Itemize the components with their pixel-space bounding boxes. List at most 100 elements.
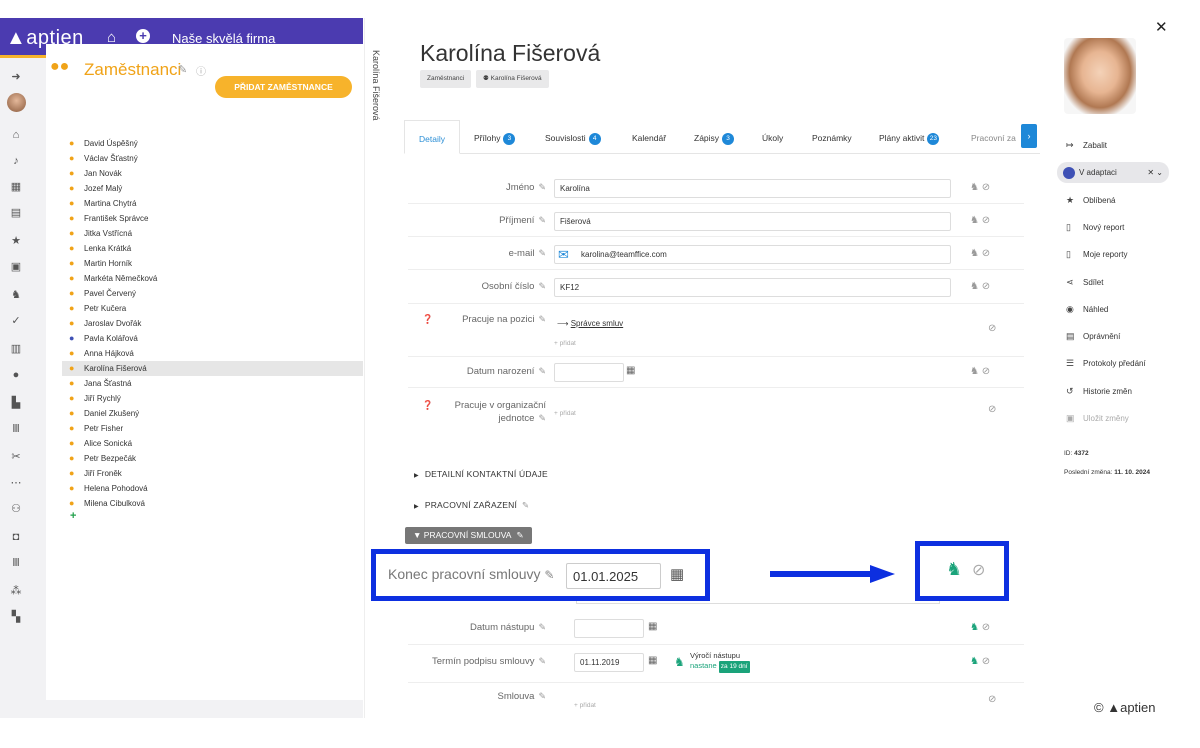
employee-list-item[interactable]: ● Jaroslav Dvořák: [62, 316, 363, 331]
action-favorite[interactable]: ★ Oblíbená: [1066, 195, 1115, 206]
box-icon[interactable]: ◘: [8, 529, 24, 545]
employee-list-item[interactable]: ● David Úspěšný: [62, 136, 363, 151]
user-avatar[interactable]: [7, 93, 26, 112]
document-icon[interactable]: ▣: [8, 259, 24, 275]
start-date-input[interactable]: [574, 619, 644, 638]
clear-chevron-icon[interactable]: ✕ ⌄: [1147, 162, 1163, 183]
tab-ukoly[interactable]: Úkoly: [762, 120, 783, 154]
calendar-icon[interactable]: ▦: [648, 655, 657, 666]
add-employee-plus-icon[interactable]: +: [70, 510, 76, 522]
team-icon[interactable]: ⚇: [8, 501, 24, 517]
help-icon[interactable]: ❓: [422, 314, 433, 325]
action-new-report[interactable]: ▯ Nový report: [1066, 222, 1124, 233]
employee-list-item[interactable]: ● Jana Šťastná: [62, 376, 363, 391]
help-icon[interactable]: ❓: [422, 400, 433, 411]
employee-list-item[interactable]: ● František Správce: [62, 211, 363, 226]
employee-list-item[interactable]: ● Anna Hájková: [62, 346, 363, 361]
tab-pracovni[interactable]: Pracovní za: [971, 120, 1016, 154]
tab-souvislosti[interactable]: Souvislosti 4: [545, 120, 601, 154]
collapsed-detail-tab[interactable]: Karolína Fišerová: [364, 18, 390, 718]
employee-list-item[interactable]: ● Lenka Krátká: [62, 241, 363, 256]
employee-list-item[interactable]: ● Jiří Froněk: [62, 466, 363, 481]
attach-icon[interactable]: ⊘: [982, 656, 990, 667]
dog-icon[interactable]: ♞: [970, 248, 979, 259]
employee-list-item[interactable]: ● Petr Kučera: [62, 301, 363, 316]
edit-icon[interactable]: ✎: [544, 568, 554, 582]
employee-list-item[interactable]: ● Petr Fisher: [62, 421, 363, 436]
employee-list-item[interactable]: ● Martina Chytrá: [62, 196, 363, 211]
grid-icon[interactable]: ⋯: [8, 475, 24, 491]
attach-icon[interactable]: ⊘: [988, 694, 996, 705]
employee-list-item[interactable]: ● Daniel Zkušený: [62, 406, 363, 421]
signing-date-input[interactable]: 01.11.2019: [574, 653, 644, 672]
edit-icon[interactable]: ✎: [538, 656, 546, 666]
edit-icon[interactable]: ✎: [538, 366, 546, 376]
attach-icon[interactable]: ⊘: [988, 404, 996, 415]
dog-icon[interactable]: ♞: [970, 622, 979, 633]
attach-icon[interactable]: ⊘: [982, 248, 990, 259]
calendar-icon[interactable]: ▦: [8, 179, 24, 195]
add-position-link[interactable]: + přidat: [554, 340, 576, 347]
add-contract-link[interactable]: + přidat: [574, 702, 596, 709]
employee-list-item[interactable]: ● Martin Horník: [62, 256, 363, 271]
check-icon[interactable]: ✓: [8, 313, 24, 329]
attach-icon[interactable]: ⊘: [982, 622, 990, 633]
dog-icon[interactable]: ♞: [970, 182, 979, 193]
calendar-icon[interactable]: ▦: [648, 621, 657, 632]
personal-number-input[interactable]: KF12: [554, 278, 951, 297]
attach-icon[interactable]: ⊘: [982, 366, 990, 377]
info-icon[interactable]: ⓘ: [196, 63, 206, 78]
last-name-input[interactable]: Fišerová: [554, 212, 951, 231]
close-icon[interactable]: ✕: [1155, 18, 1168, 36]
tab-prilohy[interactable]: Přílohy 3: [474, 120, 516, 154]
add-employee-button[interactable]: PŘIDAT ZAMĚSTNANCE: [215, 76, 352, 98]
employee-list-item[interactable]: ● Helena Pohodová: [62, 481, 363, 496]
edit-icon[interactable]: ✎: [538, 281, 546, 291]
attach-icon[interactable]: ⊘: [972, 560, 985, 580]
home-rail-icon[interactable]: ⌂: [8, 127, 24, 143]
edit-icon[interactable]: ✎: [178, 63, 187, 76]
employee-list-item[interactable]: ● Karolína Fišerová: [62, 361, 363, 376]
employee-list-item[interactable]: ● Alice Sonická: [62, 436, 363, 451]
tab-poznamky[interactable]: Poznámky: [812, 120, 852, 154]
employee-list-item[interactable]: ● Jan Novák: [62, 166, 363, 181]
email-input[interactable]: ✉ karolina@teamffice.com: [554, 245, 951, 264]
star-icon[interactable]: ★: [8, 233, 24, 249]
building-icon[interactable]: ▙: [8, 395, 24, 411]
employee-list-item[interactable]: ● Pavel Červený: [62, 286, 363, 301]
edit-icon[interactable]: ✎: [538, 413, 546, 423]
birth-date-input[interactable]: [554, 363, 624, 382]
dog-icon[interactable]: ♞: [970, 215, 979, 226]
attach-icon[interactable]: ⊘: [988, 323, 996, 334]
action-my-reports[interactable]: ▯ Moje reporty: [1066, 249, 1127, 260]
dog-icon[interactable]: ♞: [8, 287, 24, 303]
position-link[interactable]: Správce smluv: [571, 319, 623, 328]
attach-icon[interactable]: ⊘: [982, 182, 990, 193]
employee-list-item[interactable]: ● Jozef Malý: [62, 181, 363, 196]
tab-detaily[interactable]: Detaily: [404, 120, 460, 154]
edit-icon[interactable]: ✎: [538, 248, 546, 258]
action-permissions[interactable]: ▤ Oprávnění: [1066, 331, 1120, 342]
report-icon[interactable]: ▥: [8, 341, 24, 357]
action-handover[interactable]: ☰ Protokoly předání: [1066, 358, 1146, 369]
tab-zapisy[interactable]: Zápisy 3: [694, 120, 735, 154]
dog-icon[interactable]: ♞: [970, 281, 979, 292]
section-job[interactable]: ▶ PRACOVNÍ ZAŘAZENÍ ✎: [414, 500, 529, 511]
boxes-icon[interactable]: ▚: [8, 609, 24, 625]
collapse-button[interactable]: ↦ Zabalit: [1066, 140, 1107, 151]
breadcrumb-person[interactable]: ⚉ Karolína Fišerová: [476, 70, 549, 88]
status-select[interactable]: V adaptaci ✕ ⌄: [1057, 162, 1169, 183]
tools-icon[interactable]: ✂: [8, 449, 24, 465]
reminder-add-icon[interactable]: ♞: [946, 559, 962, 580]
action-share[interactable]: ⋖ Sdílet: [1066, 277, 1103, 288]
dog-icon[interactable]: ♞: [970, 366, 979, 377]
edit-icon[interactable]: ✎: [522, 500, 529, 510]
add-org-unit-link[interactable]: + přidat: [554, 410, 576, 417]
edit-icon[interactable]: ✎: [538, 314, 546, 324]
tab-kalendar[interactable]: Kalendář: [632, 120, 666, 154]
section-contract[interactable]: ▼ PRACOVNÍ SMLOUVA ✎: [405, 527, 532, 544]
employee-list-item[interactable]: ● Pavla Kolářová: [62, 331, 363, 346]
bell-icon[interactable]: ♪: [8, 153, 24, 169]
attach-icon[interactable]: ⊘: [982, 215, 990, 226]
library-icon[interactable]: Ⅲ: [8, 421, 24, 437]
